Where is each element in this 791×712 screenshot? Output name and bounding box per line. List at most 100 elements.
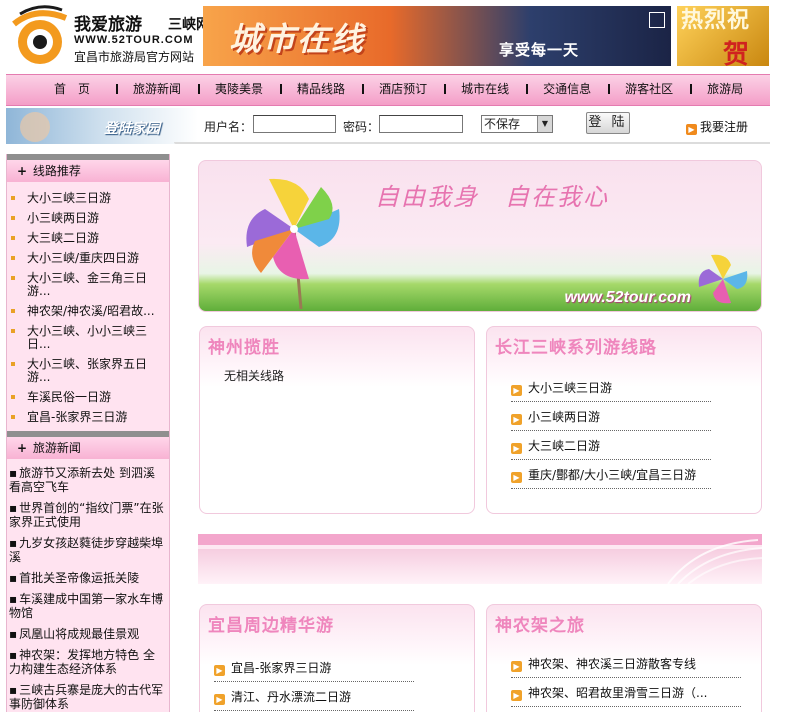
bullet-icon: ▪: [9, 592, 18, 606]
route-link-text: 大小三峡三日游: [528, 381, 613, 395]
divider: [174, 142, 770, 144]
site-name: 我爱旅游: [74, 15, 142, 35]
route-link-text: 重庆/酆都/大小三峡/宜昌三日游: [528, 468, 697, 482]
news-item[interactable]: ▪ 凤凰山将成规最佳景观: [7, 624, 169, 645]
routes-section-title: 线路推荐: [32, 164, 81, 178]
route-link[interactable]: ▶ 神农架、神农溪三日游散客专线: [511, 649, 741, 678]
banner-grid-icon: [649, 12, 665, 28]
hero-title: 自由我身 自在我心: [375, 183, 609, 211]
arrow-right-icon: ▶: [511, 472, 522, 483]
arrow-right-icon: ▶: [214, 694, 225, 705]
celebrate-banner[interactable]: 热烈祝 贺: [677, 6, 769, 66]
route-link[interactable]: ▶ 宜昌-张家界三日游: [214, 653, 414, 682]
register-link[interactable]: ▶ 我要注册: [686, 118, 748, 135]
route-item[interactable]: 大小三峡/重庆四日游: [7, 248, 169, 268]
news-item-text: 凤凰山将成规最佳景观: [19, 627, 140, 641]
route-link[interactable]: ▶ 大小三峡三日游: [511, 373, 711, 402]
route-link[interactable]: ▶ 清江、丹水漂流二日游: [214, 682, 414, 711]
panel-shennongjia: 神农架之旅 ▶ 神农架、神农溪三日游散客专线 ▶ 神农架、昭君故里滑雪三日游（...: [486, 604, 762, 712]
arrow-right-icon: ▶: [511, 690, 522, 701]
route-link-text: 小三峡两日游: [528, 410, 601, 424]
route-link[interactable]: ▶ 大三峡二日游: [511, 431, 711, 460]
celebrate-char: 贺: [723, 40, 750, 66]
route-link[interactable]: ▶ 小三峡两日游: [511, 402, 711, 431]
arrow-right-icon: ▶: [511, 661, 522, 672]
route-item[interactable]: 大三峡二日游: [7, 228, 169, 248]
sidebar: + 线路推荐 大小三峡三日游 小三峡两日游 大三峡二日游 大小三峡/重庆四日游 …: [6, 154, 170, 712]
news-section-header: + 旅游新闻: [7, 431, 169, 459]
route-item[interactable]: 大小三峡、张家界五日游...: [7, 354, 169, 387]
nav-item-traffic[interactable]: 交通信息: [526, 74, 608, 106]
news-section-title: 旅游新闻: [32, 441, 81, 455]
login-button[interactable]: 登 陆: [586, 112, 630, 134]
route-item[interactable]: 神农架/神农溪/昭君故...: [7, 301, 169, 321]
arrow-right-icon: ▶: [511, 385, 522, 396]
register-label: 我要注册: [700, 120, 749, 134]
login-bar: 登陆家园 用户名： 密码： 不保存 ▼ 登 陆 ▶ 我要注册: [6, 108, 770, 144]
password-label: 密码：: [343, 120, 380, 134]
login-badge-text: 登陆家园: [104, 121, 160, 137]
nav-item-travel-news[interactable]: 旅游新闻: [116, 74, 198, 106]
route-link-text: 神农架、昭君故里滑雪三日游（...: [528, 686, 708, 700]
decorative-lines-image: [667, 539, 762, 584]
chevron-down-icon[interactable]: ▼: [537, 116, 552, 132]
panel-shenzhou-title[interactable]: 神州揽胜: [208, 333, 280, 358]
person-icon: [20, 112, 50, 142]
nav-item-community[interactable]: 游客社区: [608, 74, 690, 106]
nav-item-home[interactable]: 首 页: [6, 74, 116, 106]
news-item[interactable]: ▪ 首批关圣帝像运抵关陵: [7, 568, 169, 589]
login-badge: 登陆家园: [6, 108, 198, 144]
route-link[interactable]: ▶ 神农架、昭君故里滑雪三日游（...: [511, 678, 741, 707]
site-logo[interactable]: [6, 4, 74, 66]
banner-slogan: 享受每一天: [499, 41, 580, 59]
route-item[interactable]: 小三峡两日游: [7, 208, 169, 228]
news-item[interactable]: ▪ 车溪建成中国第一家水车博物馆: [7, 589, 169, 624]
nav-item-tourism-bureau[interactable]: 旅游局: [690, 74, 760, 106]
news-item-text: 神农架：发挥地方特色 全力构建生态经济体系: [9, 648, 155, 676]
news-item[interactable]: ▪ 世界首创的“指纹门票”在张家界正式使用: [7, 498, 169, 533]
username-label: 用户名：: [204, 120, 253, 134]
route-link-text: 大三峡二日游: [528, 439, 601, 453]
route-item[interactable]: 车溪民俗一日游: [7, 387, 169, 407]
nav-item-yiling-scenery[interactable]: 夷陵美景: [198, 74, 280, 106]
nav-item-city-online[interactable]: 城市在线: [444, 74, 526, 106]
remember-select[interactable]: 不保存 ▼: [481, 115, 553, 133]
panel-shenzhou: 神州揽胜 无相关线路: [199, 326, 475, 514]
news-item[interactable]: ▪ 三峡古兵寨是庞大的古代军事防御体系: [7, 680, 169, 712]
bullet-icon: ▪: [9, 501, 18, 515]
nav-item-hotel[interactable]: 酒店预订: [362, 74, 444, 106]
bullet-icon: ▪: [9, 648, 18, 662]
news-list: ▪ 旅游节又添新去处 到泗溪看高空飞车 ▪ 世界首创的“指纹门票”在张家界正式使用 …: [7, 459, 169, 712]
routes-section-header: + 线路推荐: [7, 154, 169, 182]
news-item[interactable]: ▪ 神农架：发挥地方特色 全力构建生态经济体系: [7, 645, 169, 680]
route-link-text: 宜昌-张家界三日游: [231, 661, 332, 675]
remember-select-value: 不保存: [484, 117, 521, 131]
password-input[interactable]: [379, 115, 463, 133]
route-link[interactable]: ▶ 重庆/酆都/大小三峡/宜昌三日游: [511, 460, 711, 489]
city-online-banner[interactable]: 城市在线 享受每一天: [203, 6, 671, 66]
pinwheel-image: [246, 178, 340, 309]
route-item[interactable]: 宜昌-张家界三日游: [7, 407, 169, 427]
news-item[interactable]: ▪ 九岁女孩赵蕤徒步穿越柴埠溪: [7, 533, 169, 568]
bullet-icon: ▪: [9, 466, 18, 480]
route-item[interactable]: 大小三峡、金三角三日游...: [7, 268, 169, 301]
username-input[interactable]: [253, 115, 336, 133]
news-item[interactable]: ▪ 旅游节又添新去处 到泗溪看高空飞车: [7, 463, 169, 498]
panel-changjiang-title[interactable]: 长江三峡系列游线路: [495, 333, 657, 358]
panel-changjiang: 长江三峡系列游线路 ▶ 大小三峡三日游 ▶ 小三峡两日游 ▶ 大三峡二日游 ▶ 重庆/酆…: [486, 326, 762, 514]
hero-banner: 自由我身 自在我心 www.52tour.com: [198, 160, 762, 312]
news-item-text: 车溪建成中国第一家水车博物馆: [9, 592, 164, 620]
panel-yichang: 宜昌周边精华游 ▶ 宜昌-张家界三日游 ▶ 清江、丹水漂流二日游: [199, 604, 475, 712]
bullet-icon: ▪: [9, 683, 18, 697]
news-item-text: 首批关圣帝像运抵关陵: [19, 571, 140, 585]
arrow-right-icon: ▶: [511, 414, 522, 425]
nav-item-routes[interactable]: 精品线路: [280, 74, 362, 106]
news-item-text: 旅游节又添新去处 到泗溪看高空飞车: [9, 466, 155, 494]
panel-shennongjia-title[interactable]: 神农架之旅: [495, 611, 585, 636]
route-item[interactable]: 大小三峡、小小三峡三日...: [7, 321, 169, 354]
panel-yichang-title[interactable]: 宜昌周边精华游: [208, 611, 334, 636]
route-item[interactable]: 大小三峡三日游: [7, 188, 169, 208]
route-list: 大小三峡三日游 小三峡两日游 大三峡二日游 大小三峡/重庆四日游 大小三峡、金三…: [7, 182, 169, 431]
arrow-right-icon: ▶: [214, 665, 225, 676]
decorative-banner: [198, 534, 762, 584]
